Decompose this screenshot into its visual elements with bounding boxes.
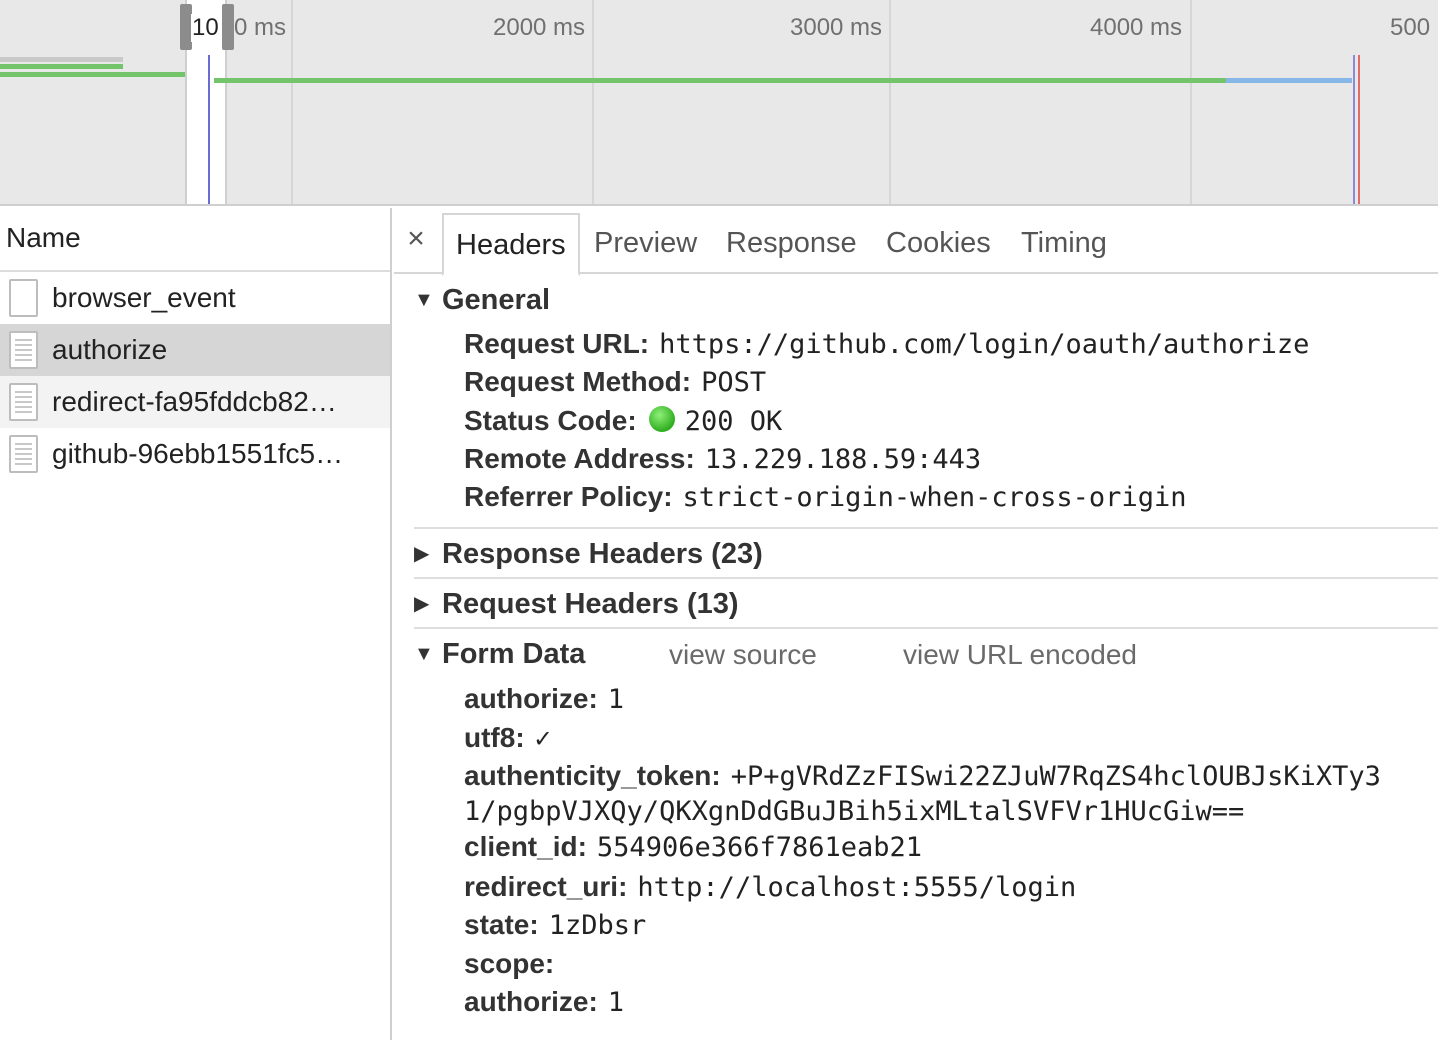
authorize-label: authorize: — [464, 683, 598, 714]
waterfall-bar-browser-event-timing — [0, 64, 123, 69]
section-divider — [414, 577, 1438, 579]
form-data-section-toggle[interactable]: ▼ Form Data — [414, 638, 585, 671]
waterfall-bar-browser-event — [0, 57, 123, 62]
request-name: redirect-fa95fddcb82… — [52, 386, 337, 417]
document-icon — [9, 331, 38, 369]
grid-line-0ms — [291, 0, 293, 204]
request-url-value: https://github.com/login/oauth/authorize — [659, 329, 1310, 360]
status-code-label: Status Code: — [464, 405, 637, 436]
redirect-uri-value: http://localhost:5555/login — [637, 872, 1077, 903]
form-data-title: Form Data — [442, 638, 586, 670]
form-scope-row: scope: — [464, 948, 564, 980]
referrer-policy-row: Referrer Policy: strict-origin-when-cross… — [464, 481, 1186, 513]
request-headers-title: Request Headers (13) — [442, 588, 739, 620]
redirect-uri-label: redirect_uri: — [464, 871, 628, 902]
request-list-panel: Name browser_event authorize redirect-fa… — [0, 208, 392, 1040]
form-redirect-uri-row: redirect_uri: http://localhost:5555/login — [464, 871, 1076, 903]
general-section-title: General — [442, 284, 550, 316]
waterfall-bar-redirect-download — [1226, 78, 1352, 83]
state-label: state: — [464, 909, 539, 940]
tick-label-4000ms: 4000 ms — [1090, 14, 1183, 41]
tick-label-2000ms: 2000 ms — [493, 14, 586, 41]
tick-label-3000ms: 3000 ms — [790, 14, 883, 41]
name-column-header[interactable]: Name — [0, 208, 390, 272]
authenticity-token-label: authenticity_token: — [464, 760, 721, 791]
form-utf8-row: utf8: ✓ — [464, 722, 551, 754]
request-method-label: Request Method: — [464, 366, 692, 397]
authenticity-token-value-line2: 1/pgbpVJXQy/QKXgnDdGBuJBih5ixMLtalSVFVr1… — [464, 796, 1245, 827]
request-row-browser-event[interactable]: browser_event — [0, 272, 390, 324]
grid-line-3000ms — [889, 0, 891, 204]
remote-address-value: 13.229.188.59:443 — [704, 444, 982, 475]
grid-line-2000ms — [592, 0, 594, 204]
document-icon — [9, 383, 38, 421]
dom-content-loaded-marker — [208, 55, 210, 204]
waterfall-bar-redirect-waiting — [214, 78, 1226, 83]
tab-response[interactable]: Response — [714, 213, 869, 274]
collapsed-triangle-icon: ▶ — [414, 543, 430, 565]
status-code-row: Status Code: 200 OK — [464, 405, 782, 437]
status-code-value: 200 OK — [684, 406, 783, 437]
response-headers-section-toggle[interactable]: ▶ Response Headers (23) — [414, 538, 763, 571]
section-divider — [414, 527, 1438, 529]
tick-label-5000ms: 500 — [1390, 14, 1431, 41]
load-event-marker — [1358, 55, 1360, 204]
form-authorize-row-2: authorize: 1 — [464, 986, 624, 1018]
authenticity-token-value-line1: +P+gVRdZzFISwi22ZJuW7RqZS4hclOUBJsKiXTy3 — [730, 761, 1381, 792]
tab-cookies[interactable]: Cookies — [874, 213, 1003, 274]
selection-right-handle[interactable] — [222, 4, 234, 50]
client-id-label: client_id: — [464, 831, 587, 862]
document-icon — [9, 435, 38, 473]
tick-label-0ms: 0 ms — [234, 14, 287, 41]
request-details-panel: × Headers Preview Response Cookies Timin… — [394, 208, 1438, 1040]
grid-line-4000ms — [1190, 0, 1192, 204]
status-ok-icon — [648, 406, 675, 432]
request-method-row: Request Method: POST — [464, 366, 766, 398]
form-authorize-row: authorize: 1 — [464, 683, 624, 715]
request-name: authorize — [52, 334, 168, 365]
authorize-label: authorize: — [464, 986, 598, 1017]
request-url-label: Request URL: — [464, 328, 650, 359]
remote-address-row: Remote Address: 13.229.188.59:443 — [464, 443, 981, 475]
collapsed-triangle-icon: ▶ — [414, 593, 430, 615]
request-url-row: Request URL: https://github.com/login/oau… — [464, 328, 1309, 360]
state-value: 1zDbsr — [548, 910, 647, 941]
request-row-redirect[interactable]: redirect-fa95fddcb82… — [0, 376, 390, 428]
client-id-value: 554906e366f7861eab21 — [596, 832, 923, 863]
remote-address-label: Remote Address: — [464, 443, 695, 474]
dom-content-loaded-marker-end — [1353, 55, 1355, 204]
close-icon[interactable]: × — [402, 222, 430, 256]
details-tab-bar: × Headers Preview Response Cookies Timin… — [394, 208, 1438, 276]
request-headers-section-toggle[interactable]: ▶ Request Headers (13) — [414, 588, 739, 621]
form-authenticity-token-row: authenticity_token: +P+gVRdZzFISwi22ZJuW7… — [464, 760, 1381, 792]
waterfall-bar-authorize — [0, 72, 205, 77]
authorize-value: 1 — [607, 684, 625, 715]
referrer-policy-value: strict-origin-when-cross-origin — [682, 482, 1187, 513]
expanded-triangle-icon: ▼ — [414, 643, 434, 665]
request-name: github-96ebb1551fc5… — [52, 438, 344, 469]
network-overview-timeline[interactable]: 0 ms 2000 ms 3000 ms 4000 ms 500 10 — [0, 0, 1438, 206]
request-name: browser_event — [52, 282, 236, 313]
response-headers-title: Response Headers (23) — [442, 538, 763, 570]
request-row-authorize[interactable]: authorize — [0, 324, 390, 376]
form-client-id-row: client_id: 554906e366f7861eab21 — [464, 831, 922, 863]
authorize-value: 1 — [607, 987, 625, 1018]
request-row-github[interactable]: github-96ebb1551fc5… — [0, 428, 390, 480]
view-source-button[interactable]: view source — [669, 639, 817, 671]
tab-preview[interactable]: Preview — [582, 213, 709, 274]
expanded-triangle-icon: ▼ — [414, 289, 434, 311]
referrer-policy-label: Referrer Policy: — [464, 481, 673, 512]
blank-file-icon — [9, 279, 38, 317]
form-state-row: state: 1zDbsr — [464, 909, 646, 941]
tab-headers[interactable]: Headers — [442, 213, 580, 276]
section-divider — [414, 627, 1438, 629]
general-section-toggle[interactable]: ▼ General — [414, 284, 550, 317]
scope-label: scope: — [464, 948, 555, 979]
tab-timing[interactable]: Timing — [1009, 213, 1119, 274]
request-method-value: POST — [701, 367, 767, 398]
view-url-encoded-button[interactable]: view URL encoded — [903, 639, 1137, 671]
selection-label: 10 — [191, 14, 220, 42]
utf8-value: ✓ — [534, 723, 551, 754]
utf8-label: utf8: — [464, 722, 525, 753]
